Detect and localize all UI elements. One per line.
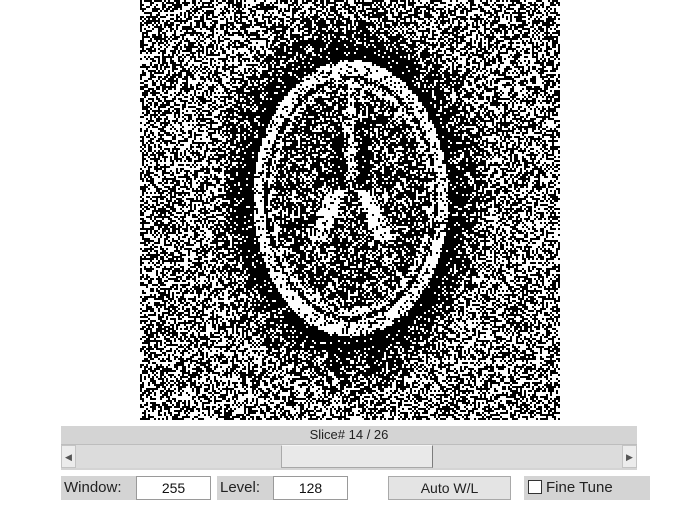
fine-tune-label: Fine Tune — [546, 479, 613, 496]
scrollbar-thumb[interactable] — [281, 445, 433, 468]
window-level-controls: Window: Level: Auto W/L Fine Tune — [0, 476, 700, 502]
slice-scrollbar[interactable]: ◀ ▶ — [61, 444, 637, 468]
auto-wl-button[interactable]: Auto W/L — [388, 476, 511, 500]
left-arrow-icon[interactable]: ◀ — [61, 445, 76, 468]
right-arrow-icon[interactable]: ▶ — [622, 445, 637, 468]
window-input[interactable] — [136, 476, 211, 500]
level-input[interactable] — [273, 476, 348, 500]
fine-tune-toggle[interactable]: Fine Tune — [524, 476, 650, 500]
slice-panel: Slice# 14 / 26 ◀ ▶ — [61, 426, 637, 470]
scrollbar-track[interactable] — [76, 445, 622, 468]
image-viewer[interactable] — [140, 0, 560, 420]
fine-tune-checkbox[interactable] — [528, 480, 542, 494]
slice-label: Slice# 14 / 26 — [309, 427, 389, 442]
brain-slice-image[interactable] — [140, 0, 560, 420]
window-label: Window: — [61, 476, 136, 500]
level-label: Level: — [217, 476, 273, 500]
